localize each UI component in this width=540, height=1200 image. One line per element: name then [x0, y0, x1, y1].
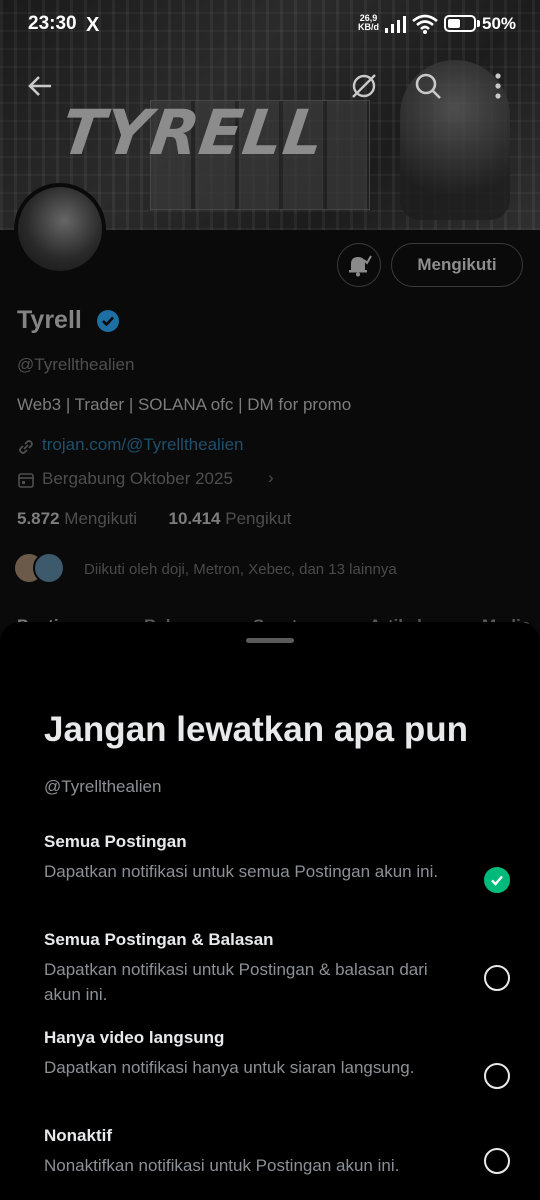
option-title: Nonaktif: [44, 1126, 112, 1145]
sheet-title: Jangan lewatkan apa pun: [44, 710, 468, 749]
clock: 23:30: [28, 13, 77, 34]
network-speed-unit: KB/d: [358, 22, 379, 32]
sheet-grabber[interactable]: [246, 638, 294, 643]
option-all-posts[interactable]: Semua Postingan Dapatkan notifikasi untu…: [44, 832, 524, 893]
back-arrow-icon: [28, 76, 51, 96]
option-title: Semua Postingan & Balasan: [44, 930, 274, 949]
check-icon: [491, 875, 503, 886]
link-icon: [19, 440, 33, 454]
joined-date: Bergabung Oktober 2025: [42, 469, 233, 488]
option-description: Dapatkan notifikasi untuk semua Postinga…: [44, 862, 439, 881]
radio-button[interactable]: [484, 1063, 510, 1089]
back-button[interactable]: [22, 68, 58, 104]
radio-selected[interactable]: [484, 867, 510, 893]
followers-count[interactable]: 10.414: [169, 509, 221, 528]
battery-percent: 50%: [482, 14, 517, 33]
profile-bio: Web3 | Trader | SOLANA ofc | DM for prom…: [17, 395, 352, 414]
more-options-button[interactable]: [480, 68, 516, 104]
followers-label[interactable]: Pengikut: [225, 509, 291, 528]
follow-stats: 5.872 Mengikuti 10.414 Pengikut: [17, 509, 291, 529]
profile-handle: @Tyrellthealien: [17, 355, 135, 374]
following-count[interactable]: 5.872: [17, 509, 60, 528]
banner-logo: TYRELL: [56, 96, 330, 169]
followed-by-text[interactable]: Diikuti oleh doji, Metron, Xebec, dan 13…: [84, 561, 397, 578]
option-off[interactable]: Nonaktif Nonaktifkan notifikasi untuk Po…: [44, 1126, 524, 1178]
profile-name: Tyrell: [17, 306, 82, 334]
calendar-icon: [18, 473, 34, 488]
option-description: Dapatkan notifikasi hanya untuk siaran l…: [44, 1058, 415, 1077]
verified-badge-icon: [97, 310, 119, 332]
search-button[interactable]: [410, 68, 446, 104]
notification-settings-sheet: Jangan lewatkan apa pun @Tyrellthealien …: [0, 622, 540, 1200]
option-live-video-only[interactable]: Hanya video langsung Dapatkan notifikasi…: [44, 1028, 524, 1089]
sheet-handle: @Tyrellthealien: [44, 777, 162, 796]
battery-icon: [444, 15, 476, 32]
option-description: Nonaktifkan notifikasi untuk Postingan a…: [44, 1156, 400, 1175]
bell-check-icon: [349, 255, 372, 277]
option-title: Semua Postingan: [44, 832, 187, 851]
radio-button[interactable]: [484, 1148, 510, 1174]
signal-icon: [385, 16, 406, 33]
chevron-right-icon[interactable]: ›: [268, 468, 274, 488]
profile-link[interactable]: trojan.com/@Tyrellthealien: [42, 435, 244, 455]
avatar[interactable]: [14, 183, 106, 275]
network-speed: 26,9 KB/d: [358, 14, 379, 32]
mute-button[interactable]: [346, 68, 382, 104]
battery-fill: [448, 19, 460, 28]
x-app-icon: X: [86, 14, 100, 36]
option-posts-and-replies[interactable]: Semua Postingan & Balasan Dapatkan notif…: [44, 930, 524, 1007]
status-bar: 23:30 X 26,9 KB/d 50%: [0, 0, 540, 50]
option-title: Hanya video langsung: [44, 1028, 225, 1047]
radio-button[interactable]: [484, 965, 510, 991]
follower-avatar: [33, 552, 65, 584]
profile-background: TYRELL Mengikuti Tyrell @Tyrellthealien …: [0, 0, 540, 650]
following-label[interactable]: Mengikuti: [64, 509, 137, 528]
eye-slash-icon: [352, 74, 376, 98]
battery-tip: [477, 20, 480, 27]
following-button[interactable]: Mengikuti: [391, 243, 523, 287]
notification-bell-button[interactable]: [337, 243, 381, 287]
option-description: Dapatkan notifikasi untuk Postingan & ba…: [44, 960, 428, 1004]
search-icon: [415, 73, 441, 99]
more-vertical-icon: [495, 73, 501, 99]
wifi-icon: [412, 14, 438, 34]
